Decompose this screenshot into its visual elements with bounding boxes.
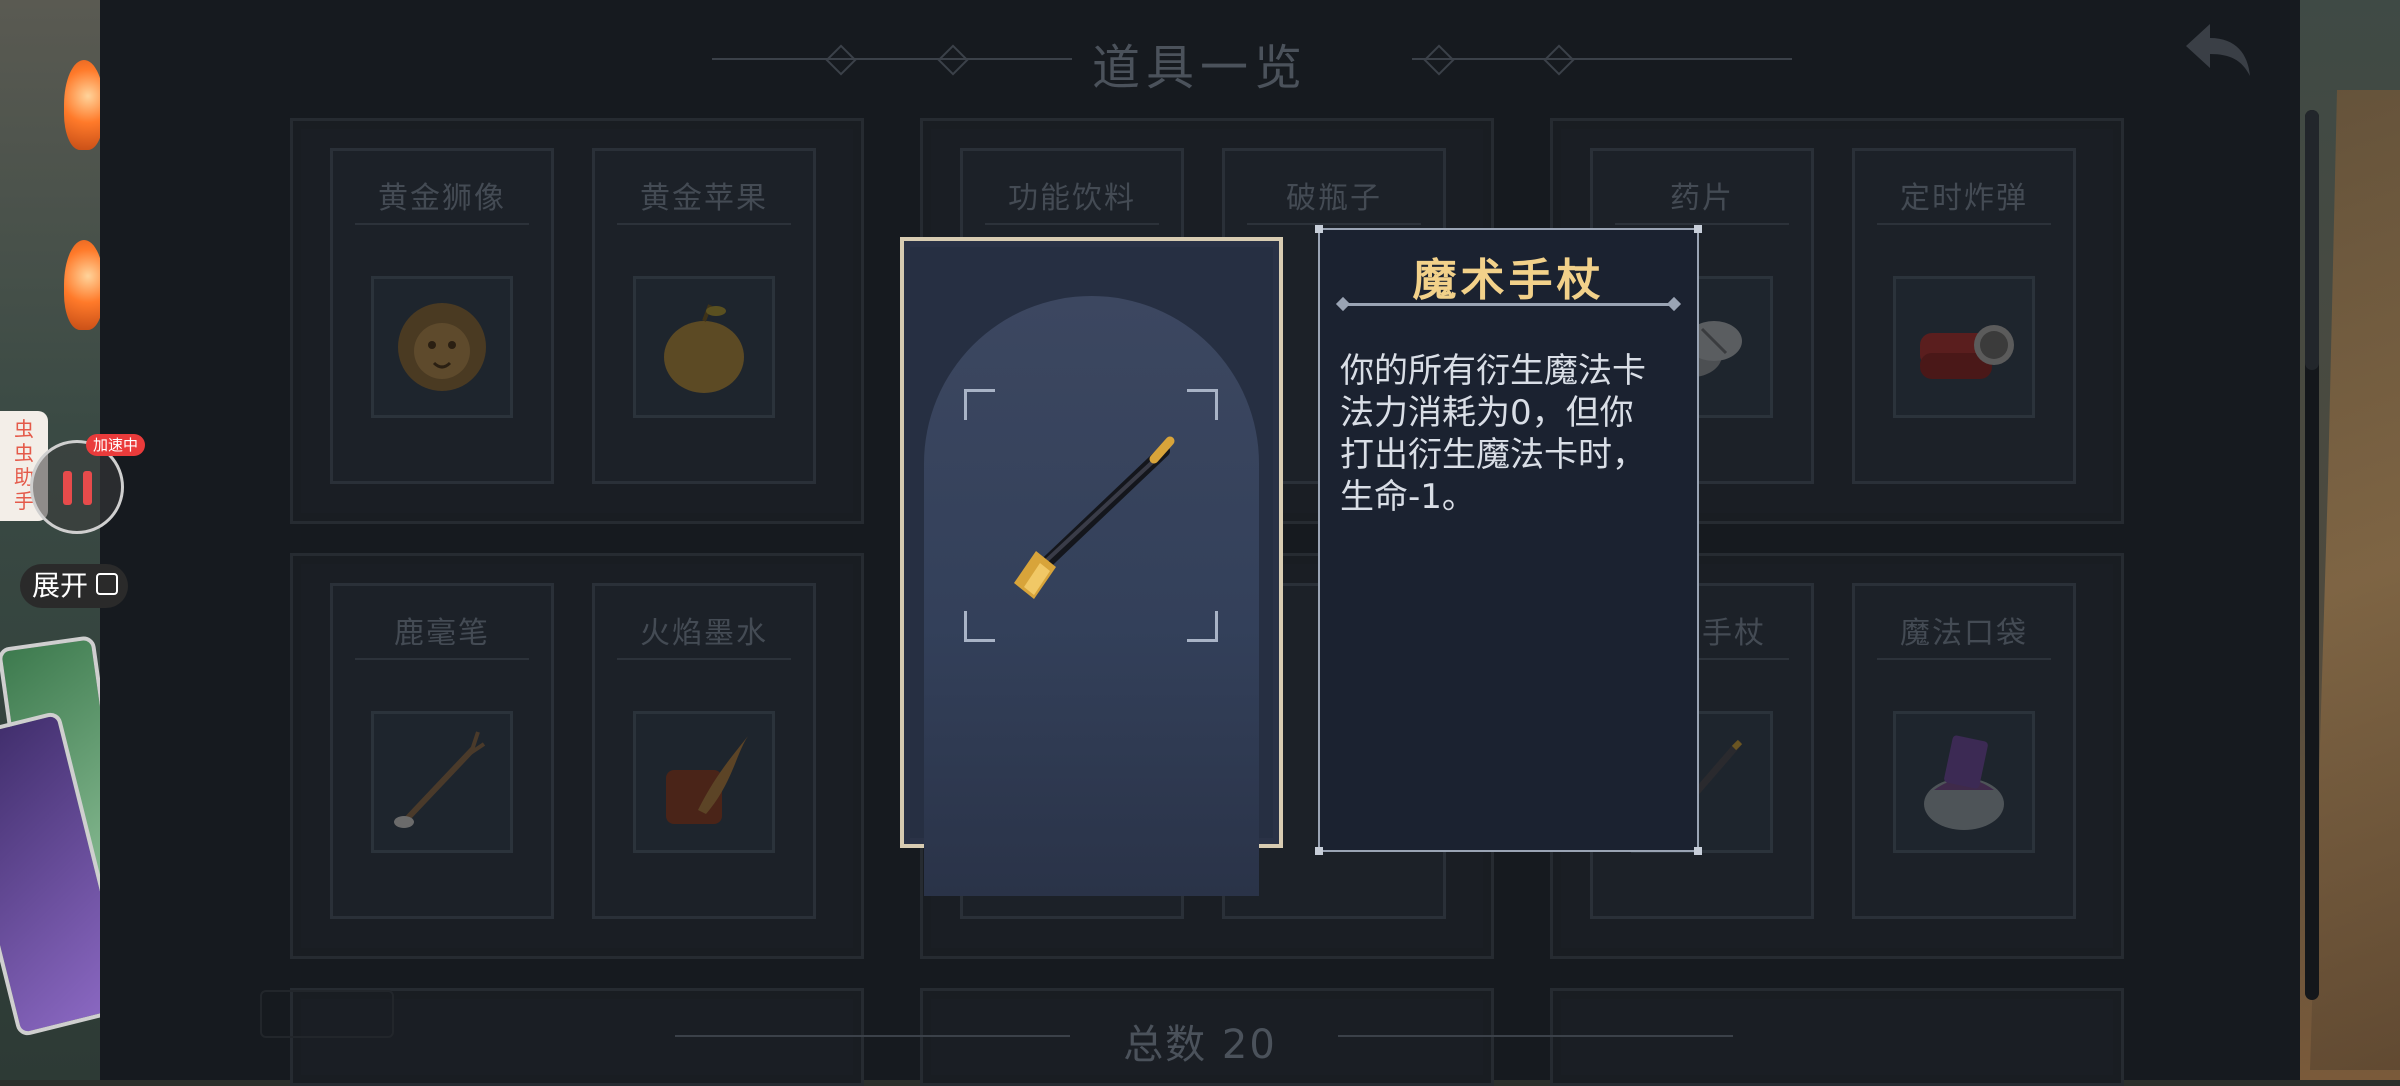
corner-ornament [1694, 847, 1702, 855]
time-bomb-icon [1920, 325, 2014, 379]
golden-lion-icon [398, 303, 486, 391]
item-name: 火焰墨水 [640, 616, 768, 651]
item-icon-frame [633, 276, 775, 418]
page-title: 道具一览 [1091, 40, 1308, 96]
golden-apple-icon [664, 304, 744, 393]
expand-button[interactable]: 展开 [20, 564, 128, 608]
item-divider [617, 658, 791, 660]
status-badge: 加速中 [86, 434, 146, 456]
item-name: 鹿毫笔 [394, 616, 490, 651]
item-divider [985, 223, 1159, 225]
flame-decoration [64, 240, 104, 330]
item-divider [355, 223, 529, 225]
item-card[interactable]: 鹿毫笔 [330, 583, 554, 919]
item-divider [1615, 223, 1789, 225]
item-divider [1877, 658, 2051, 660]
item-card[interactable]: 火焰墨水 [592, 583, 816, 919]
item-icon-frame [1893, 711, 2035, 853]
item-card[interactable]: 黄金苹果 [592, 148, 816, 484]
item-card[interactable]: 黄金狮像 [330, 148, 554, 484]
expand-icon [96, 573, 118, 595]
item-name: 黄金苹果 [640, 181, 768, 216]
corner-ornament [1315, 225, 1323, 233]
scrollbar-thumb[interactable] [2305, 110, 2319, 370]
magic-pouch-icon [1924, 735, 2004, 830]
item-name: 功能饮料 [1008, 181, 1136, 216]
flame-ink-icon [666, 736, 748, 824]
item-name: 魔法口袋 [1900, 616, 2028, 651]
item-card[interactable]: 魔法口袋 [1852, 583, 2076, 919]
magic-wand-icon [1014, 436, 1175, 599]
item-divider [1877, 223, 2051, 225]
item-detail-panel: 魔术手杖 你的所有衍生魔法卡 法力消耗为0，但你 打出衍生魔法卡时， 生命-1。 [1315, 225, 1702, 855]
flame-decoration [64, 60, 104, 150]
item-icon-frame [371, 276, 513, 418]
item-divider [617, 223, 791, 225]
title-divider [1344, 303, 1673, 306]
character-cloak [2310, 90, 2400, 1070]
item-name: 黄金狮像 [378, 181, 506, 216]
item-divider [1247, 223, 1421, 225]
pause-icon [63, 471, 72, 505]
item-name: 破瓶子 [1286, 181, 1382, 216]
corner-ornament [1694, 225, 1702, 233]
pause-icon [83, 471, 92, 505]
expand-label: 展开 [32, 569, 89, 602]
item-icon-frame [1893, 276, 2035, 418]
item-card[interactable]: 定时炸弹 [1852, 148, 2076, 484]
background-scene-left [0, 0, 146, 1080]
item-name: 药片 [1670, 181, 1734, 216]
item-detail-description: 你的所有衍生魔法卡 法力消耗为0，但你 打出衍生魔法卡时， 生命-1。 [1340, 351, 1646, 517]
item-catalog-panel: 道具一览 黄金狮像 黄金苹果 功能饮料 破瓶子 药片 定时炸弹 鹿毫笔 火焰墨水… [100, 0, 2319, 1086]
item-detail-title: 魔术手杖 [1412, 255, 1605, 306]
item-icon-frame [371, 711, 513, 853]
item-name: 定时炸弹 [1900, 181, 2028, 216]
item-icon-frame [633, 711, 775, 853]
back-arrow-icon[interactable] [2180, 16, 2260, 86]
item-preview-panel [900, 237, 1283, 896]
item-divider [355, 658, 529, 660]
total-count: 总数 20 [1123, 1022, 1277, 1068]
antler-brush-icon [394, 731, 486, 828]
corner-ornament [1315, 847, 1323, 855]
